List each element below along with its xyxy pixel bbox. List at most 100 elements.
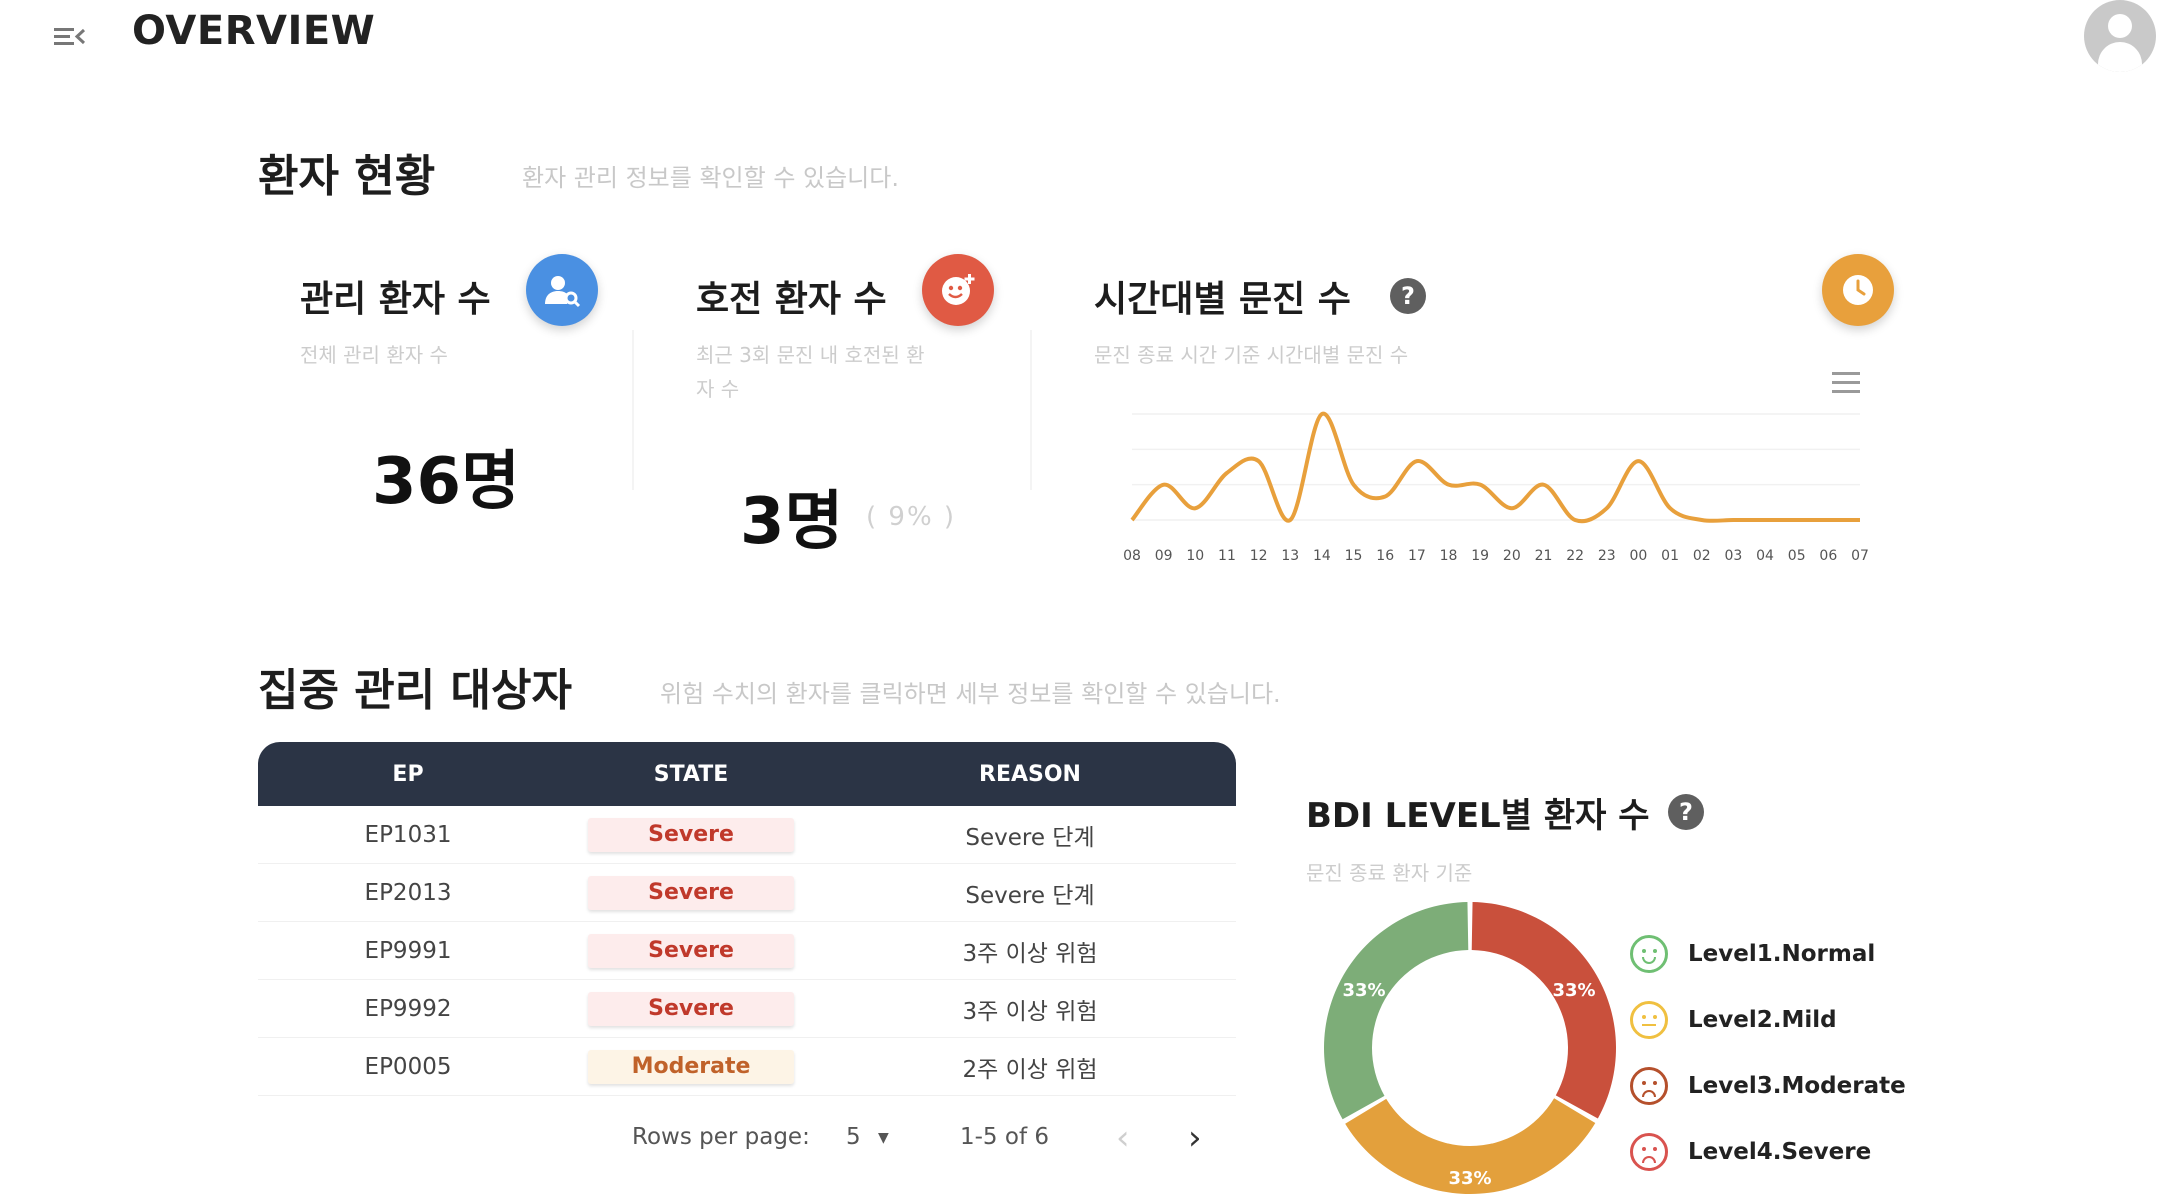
table-row[interactable]: EP9992 Severe 3주 이상 위험 [258, 980, 1236, 1038]
cell-ep: EP9992 [364, 995, 452, 1022]
rows-per-page-label: Rows per page: [632, 1124, 810, 1150]
cell-reason: Severe 단계 [965, 882, 1095, 909]
cell-reason: 3주 이상 위험 [962, 940, 1098, 967]
x-tick-label: 10 [1186, 548, 1204, 564]
table-row[interactable]: EP0005 Moderate 2주 이상 위험 [258, 1038, 1236, 1096]
bdi-sub: 문진 종료 환자 기준 [1306, 861, 1473, 885]
state-badge: Severe [588, 875, 794, 910]
caret-down-icon: ▼ [877, 1129, 889, 1146]
improved-count: 3명 [740, 485, 844, 559]
x-tick-label: 08 [1123, 548, 1141, 564]
x-tick-label: 14 [1313, 548, 1331, 564]
x-tick-label: 15 [1345, 548, 1363, 564]
x-tick-label: 21 [1535, 548, 1553, 564]
hourly-card-sub: 문진 종료 시간 기준 시간대별 문진 수 [1094, 343, 1409, 367]
bdi-donut-chart: 33% 33% 33% [1324, 902, 1616, 1194]
x-tick-label: 03 [1724, 548, 1742, 564]
managed-count: 36명 [372, 445, 520, 519]
clock-icon [1822, 254, 1894, 326]
managed-card-sub: 전체 관리 환자 수 [300, 343, 448, 367]
x-tick-label: 05 [1788, 548, 1806, 564]
table-row[interactable]: EP1031 Severe Severe 단계 [258, 806, 1236, 864]
table-body: EP1031 Severe Severe 단계 EP2013 Severe Severe … [258, 806, 1236, 1096]
legend-label: Level1.Normal [1688, 941, 1876, 967]
legend-label: Level4.Severe [1688, 1139, 1872, 1165]
focus-section-desc: 위험 수치의 환자를 클릭하면 세부 정보를 확인할 수 있습니다. [660, 680, 1281, 708]
cell-reason: 3주 이상 위험 [962, 998, 1098, 1025]
rows-per-page-select[interactable]: 5 ▼ [846, 1124, 889, 1150]
cell-state: Moderate [558, 1049, 824, 1084]
card-divider [1030, 330, 1032, 490]
x-tick-label: 06 [1819, 548, 1837, 564]
cell-state: Severe [558, 991, 824, 1026]
bdi-title: BDI LEVEL별 환자 수 [1306, 796, 1650, 836]
donut-slice-label: 33% [1448, 1168, 1491, 1189]
cell-state: Severe [558, 875, 824, 910]
cell-ep: EP2013 [364, 879, 452, 906]
improved-card-sub-line1: 최근 3회 문진 내 호전된 환 [696, 343, 925, 367]
user-avatar[interactable] [2084, 0, 2156, 72]
chart-menu-icon[interactable] [1832, 372, 1860, 394]
next-page-icon[interactable]: › [1188, 1118, 1202, 1158]
table-row[interactable]: EP9991 Severe 3주 이상 위험 [258, 922, 1236, 980]
state-badge: Severe [588, 991, 794, 1026]
menu-collapse-icon[interactable] [50, 20, 90, 54]
help-icon[interactable]: ? [1668, 794, 1704, 830]
slight-frown-face-icon [1630, 1067, 1668, 1105]
table-row[interactable]: EP2013 Severe Severe 단계 [258, 864, 1236, 922]
x-tick-label: 22 [1566, 548, 1584, 564]
cell-ep: EP0005 [364, 1053, 452, 1080]
improved-card-title: 호전 환자 수 [696, 279, 887, 320]
avatar-body-shape [2098, 42, 2142, 72]
x-tick-label: 00 [1630, 548, 1648, 564]
state-badge: Moderate [588, 1049, 794, 1084]
legend-item[interactable]: Level3.Moderate [1630, 1066, 1906, 1106]
improved-card-sub-line2: 자 수 [696, 377, 740, 401]
improved-percent: ( 9% ) [866, 502, 957, 532]
rows-per-page-value: 5 [846, 1124, 861, 1150]
page-title: OVERVIEW [132, 8, 376, 54]
donut-slice[interactable] [1324, 902, 1469, 1120]
cell-state: Severe [558, 817, 824, 852]
x-tick-label: 04 [1756, 548, 1774, 564]
x-tick-label: 20 [1503, 548, 1521, 564]
cell-ep: EP1031 [364, 821, 452, 848]
x-tick-label: 11 [1218, 548, 1236, 564]
x-tick-label: 01 [1661, 548, 1679, 564]
header-reason[interactable]: REASON [824, 762, 1236, 787]
avatar-head-shape [2108, 14, 2132, 38]
header-ep[interactable]: EP [258, 762, 558, 787]
x-tick-label: 18 [1440, 548, 1458, 564]
user-search-icon [526, 254, 598, 326]
cell-reason: 2주 이상 위험 [962, 1056, 1098, 1083]
focus-table: EP STATE REASON EP1031 Severe Severe 단계 EP2… [258, 742, 1236, 1096]
x-tick-label: 17 [1408, 548, 1426, 564]
prev-page-icon[interactable]: ‹ [1116, 1118, 1130, 1158]
managed-card-title: 관리 환자 수 [300, 279, 491, 320]
x-tick-label: 07 [1851, 548, 1869, 564]
x-tick-label: 12 [1250, 548, 1268, 564]
focus-section-title: 집중 관리 대상자 [258, 665, 572, 716]
hourly-line-chart: 08 09 10 11 12 13 14 15 16 17 18 19 20 21 22 23 00 01 02 03… [1123, 411, 1869, 564]
legend-label: Level3.Moderate [1688, 1073, 1906, 1099]
smile-plus-icon [922, 254, 994, 326]
legend-item[interactable]: Level2.Mild [1630, 1000, 1837, 1040]
legend-item[interactable]: Level1.Normal [1630, 934, 1875, 974]
header-state[interactable]: STATE [558, 762, 824, 787]
sad-face-icon [1630, 1133, 1668, 1171]
help-icon[interactable]: ? [1390, 278, 1426, 314]
donut-slice-label: 33% [1552, 980, 1595, 1001]
pagination-range: 1-5 of 6 [960, 1124, 1049, 1150]
x-tick-label: 02 [1693, 548, 1711, 564]
x-tick-label: 09 [1155, 548, 1173, 564]
hourly-card-title: 시간대별 문진 수 [1094, 279, 1351, 320]
x-tick-label: 16 [1376, 548, 1394, 564]
donut-slice-label: 33% [1342, 980, 1385, 1001]
state-badge: Severe [588, 933, 794, 968]
donut-slice[interactable] [1471, 902, 1616, 1119]
card-divider [632, 330, 634, 490]
x-tick-label: 19 [1471, 548, 1489, 564]
cell-reason: Severe 단계 [965, 824, 1095, 851]
legend-item[interactable]: Level4.Severe [1630, 1132, 1871, 1172]
x-tick-label: 23 [1598, 548, 1616, 564]
